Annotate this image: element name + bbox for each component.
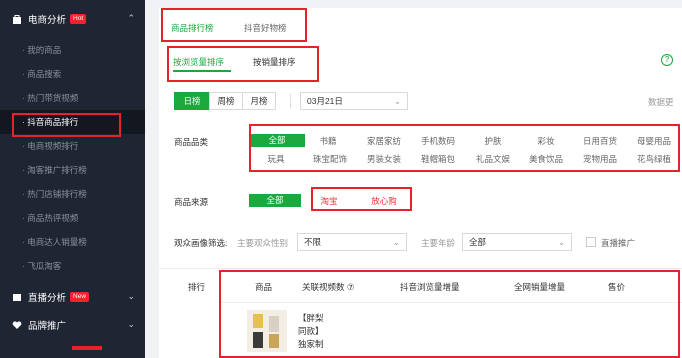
- product-title-line[interactable]: 独家制: [298, 338, 324, 350]
- sidebar-item[interactable]: · 商品热评视频: [0, 206, 145, 230]
- divider: [159, 268, 682, 269]
- tab-ranking[interactable]: 商品排行榜: [171, 22, 214, 34]
- tab-good-goods[interactable]: 抖音好物榜: [244, 22, 287, 34]
- category-option[interactable]: 全部: [249, 134, 305, 147]
- category-option[interactable]: 手机数码: [410, 135, 466, 147]
- live-checkbox-label: 直播推广: [601, 238, 636, 248]
- age-select[interactable]: 全部 ⌄: [462, 233, 572, 251]
- category-option[interactable]: 玩具: [248, 153, 304, 165]
- subtab-sales[interactable]: 按销量排序: [253, 56, 296, 68]
- period-month-button[interactable]: 月榜: [242, 92, 276, 110]
- live-icon: [12, 292, 22, 302]
- live-checkbox[interactable]: [586, 237, 596, 247]
- chevron-down-icon: ⌄: [127, 291, 135, 301]
- gender-value: 不限: [304, 237, 322, 247]
- category-option[interactable]: 美食饮品: [518, 153, 574, 165]
- source-label: 商品来源: [174, 197, 209, 207]
- date-select[interactable]: 03月21日 ⌄: [300, 92, 408, 110]
- column-header-videos[interactable]: 关联视频数 ⑦: [302, 281, 354, 293]
- sidebar-group-brand[interactable]: 品牌推广 ⌄: [0, 306, 145, 344]
- column-header-product: 商品: [255, 282, 273, 292]
- sidebar-item[interactable]: · 热门带货视频: [0, 86, 145, 110]
- period-week-button[interactable]: 周榜: [209, 92, 243, 110]
- sidebar-group-ecommerce[interactable]: 电商分析 Hot ⌃: [0, 0, 145, 38]
- scroll-marker: [72, 346, 102, 350]
- source-fangxingou-option[interactable]: 放心购: [364, 195, 404, 207]
- product-title-line[interactable]: 同款】: [298, 325, 324, 337]
- category-option[interactable]: 宠物用品: [572, 153, 628, 165]
- new-badge: New: [70, 292, 90, 302]
- product-thumbnail[interactable]: [247, 310, 287, 352]
- category-option[interactable]: 护肤: [465, 135, 521, 147]
- help-icon[interactable]: ?: [661, 54, 673, 66]
- divider: [219, 302, 682, 303]
- sidebar-item[interactable]: · 淘客推广排行榜: [0, 158, 145, 182]
- category-option[interactable]: 珠宝配饰: [302, 153, 358, 165]
- category-option[interactable]: 花鸟绿植: [626, 153, 682, 165]
- gender-select[interactable]: 不限 ⌄: [297, 233, 407, 251]
- audience-label: 观众画像筛选:: [174, 238, 228, 248]
- column-header-price[interactable]: 售价: [608, 281, 625, 293]
- category-label: 商品品类: [174, 137, 209, 147]
- age-label: 主要年龄: [421, 238, 456, 248]
- sidebar-item[interactable]: · 电商达人销量榜: [0, 230, 145, 254]
- subtab-underline: [173, 70, 231, 72]
- sidebar-item[interactable]: · 我的商品: [0, 38, 145, 62]
- category-option[interactable]: 家居家纺: [356, 135, 412, 147]
- period-day-button[interactable]: 日榜: [174, 92, 210, 110]
- subtab-views[interactable]: 按浏览量排序: [173, 56, 224, 68]
- sidebar-item-active[interactable]: · 抖音商品排行: [0, 110, 145, 134]
- divider: [290, 94, 291, 108]
- chevron-up-icon: ⌃: [127, 13, 135, 23]
- chevron-down-icon: ⌄: [557, 237, 565, 247]
- column-header-rank: 排行: [188, 282, 206, 292]
- column-header-sales[interactable]: 全网销量增量: [514, 281, 565, 293]
- sidebar-group-label: 电商分析: [28, 15, 67, 26]
- category-option[interactable]: 母婴用品: [626, 135, 682, 147]
- category-option[interactable]: 书籍: [300, 135, 356, 147]
- chevron-down-icon: ⌄: [392, 237, 400, 247]
- sidebar-group-label: 品牌推广: [28, 321, 67, 332]
- sidebar-item[interactable]: · 飞瓜淘客: [0, 254, 145, 278]
- category-option[interactable]: 礼品文娱: [465, 153, 521, 165]
- category-option[interactable]: 彩妆: [518, 135, 574, 147]
- heart-icon: [12, 320, 22, 330]
- bag-icon: [12, 14, 22, 24]
- hot-badge: Hot: [70, 14, 87, 24]
- category-option[interactable]: 鞋帽箱包: [410, 153, 466, 165]
- sidebar-item[interactable]: · 电商视频排行: [0, 134, 145, 158]
- source-all-option[interactable]: 全部: [249, 194, 301, 207]
- date-value: 03月21日: [307, 96, 343, 106]
- sidebar-group-label: 直播分析: [28, 293, 67, 304]
- sidebar: 电商分析 Hot ⌃ · 我的商品 · 商品搜索 · 热门带货视频 · 抖音商品…: [0, 0, 145, 358]
- gender-label: 主要观众性别: [237, 238, 289, 248]
- sidebar-item[interactable]: · 商品搜索: [0, 62, 145, 86]
- category-option[interactable]: 男装女装: [356, 153, 412, 165]
- source-taobao-option[interactable]: 淘宝: [314, 195, 344, 207]
- sidebar-item[interactable]: · 热门店铺排行榜: [0, 182, 145, 206]
- tab-bar: 商品排行榜 抖音好物榜: [159, 8, 682, 44]
- age-value: 全部: [469, 237, 487, 247]
- chevron-down-icon: ⌄: [127, 319, 135, 329]
- product-title-line[interactable]: 【胖梨: [298, 312, 324, 324]
- data-update-note: 数据更: [648, 97, 674, 107]
- column-header-views[interactable]: 抖音浏览量增量: [400, 281, 460, 293]
- category-option[interactable]: 日用百货: [572, 135, 628, 147]
- chevron-down-icon: ⌄: [393, 96, 401, 106]
